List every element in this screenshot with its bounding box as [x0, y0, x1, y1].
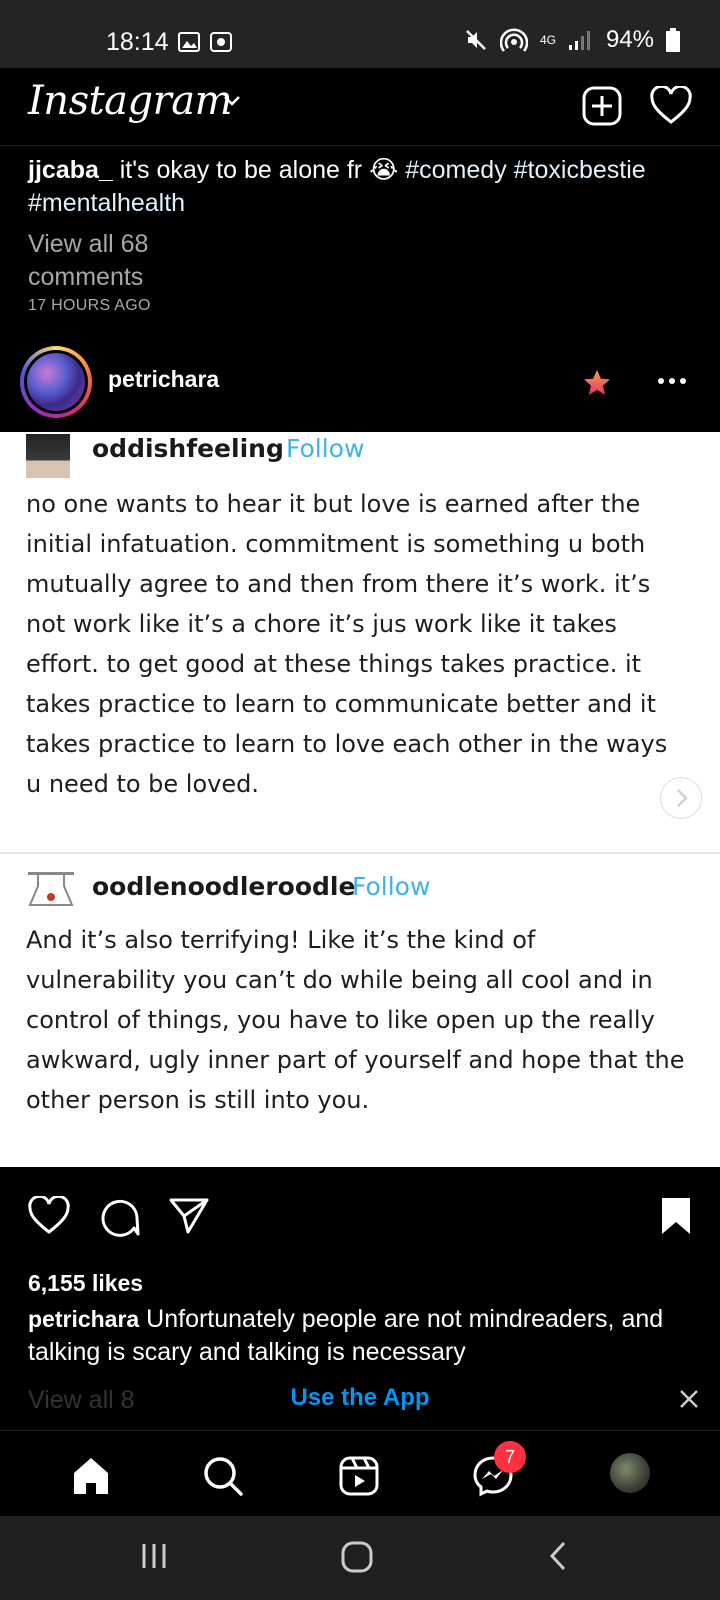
gallery-icon	[178, 32, 200, 52]
network-type: 4G	[539, 33, 556, 47]
tumblr-post-text: And it’s also terrifying! Like it’s the …	[26, 926, 685, 1114]
hotspot-icon	[499, 28, 528, 52]
like-heart-icon[interactable]	[28, 1196, 70, 1236]
tumblr-post-text: no one wants to hear it but love is earn…	[26, 490, 668, 798]
carousel-next-button[interactable]	[660, 777, 702, 819]
instagram-logo[interactable]: Instagram	[28, 78, 233, 124]
home-icon[interactable]	[70, 1455, 112, 1497]
avatar	[27, 353, 85, 411]
battery-level: 94%	[605, 26, 654, 53]
post-username[interactable]: petrichara	[108, 366, 219, 393]
home-button-icon[interactable]	[340, 1540, 374, 1574]
status-bar: 18:14 4G 94%	[0, 0, 720, 68]
reels-icon[interactable]	[338, 1455, 380, 1497]
tumblr-divider	[0, 852, 720, 854]
tumblr-follow-label: Follow	[286, 434, 365, 463]
mute-icon	[466, 30, 486, 50]
flask-icon	[28, 872, 74, 906]
prev-post-view-comments[interactable]: View all 68 comments	[28, 228, 188, 294]
tumblr-username: oddishfeeling	[92, 434, 284, 463]
status-time: 18:14	[106, 28, 169, 56]
more-options-icon[interactable]	[657, 376, 687, 386]
signal-icon	[568, 31, 590, 50]
bookmark-save-icon[interactable]	[660, 1196, 692, 1236]
caption-username[interactable]: petrichara	[28, 1306, 139, 1332]
post-actions	[0, 1190, 720, 1250]
likes-count[interactable]: 6,155 likes	[28, 1270, 143, 1297]
post-caption: petrichara Unfortunately people are not …	[28, 1303, 698, 1369]
story-ring[interactable]	[20, 346, 92, 418]
prev-post-username[interactable]: jjcaba_	[28, 156, 113, 184]
use-app-button[interactable]: Use the App	[0, 1384, 720, 1412]
post-image[interactable]: oddishfeeling Follow no one wants to hea…	[0, 432, 720, 1167]
app-header: Instagram	[0, 68, 720, 146]
status-right: 4G 94%	[464, 26, 680, 54]
tumblr-username: oodlenoodleroodle	[92, 872, 356, 901]
search-icon[interactable]	[202, 1455, 244, 1497]
tumblr-follow-label: Follow	[352, 872, 431, 901]
activity-heart-icon[interactable]	[650, 86, 692, 126]
profile-avatar[interactable]	[610, 1453, 650, 1493]
messages-badge: 7	[494, 1441, 526, 1473]
prev-post-caption-text: it's okay to be alone fr 😭	[112, 156, 406, 184]
bottom-nav: 7	[0, 1430, 720, 1516]
close-icon[interactable]	[678, 1388, 700, 1410]
chevron-right-icon	[677, 789, 688, 807]
favorites-star-icon[interactable]	[582, 368, 612, 398]
screenshot-icon	[210, 32, 232, 52]
prev-post-caption: jjcaba_ it's okay to be alone fr 😭 #come…	[28, 154, 698, 220]
post-header: petrichara	[0, 340, 720, 432]
back-icon[interactable]	[546, 1540, 570, 1572]
comment-icon[interactable]	[98, 1196, 140, 1238]
oddishfeeling-avatar	[26, 434, 70, 478]
prev-post-time: 17 HOURS AGO	[28, 297, 151, 314]
share-send-icon[interactable]	[168, 1196, 210, 1236]
system-nav-bar	[0, 1516, 720, 1600]
recent-apps-icon[interactable]	[138, 1540, 170, 1572]
use-app-banner: Use the App	[0, 1370, 720, 1430]
battery-icon	[666, 28, 680, 52]
chevron-down-icon[interactable]	[222, 94, 242, 108]
new-post-icon[interactable]	[582, 86, 622, 126]
